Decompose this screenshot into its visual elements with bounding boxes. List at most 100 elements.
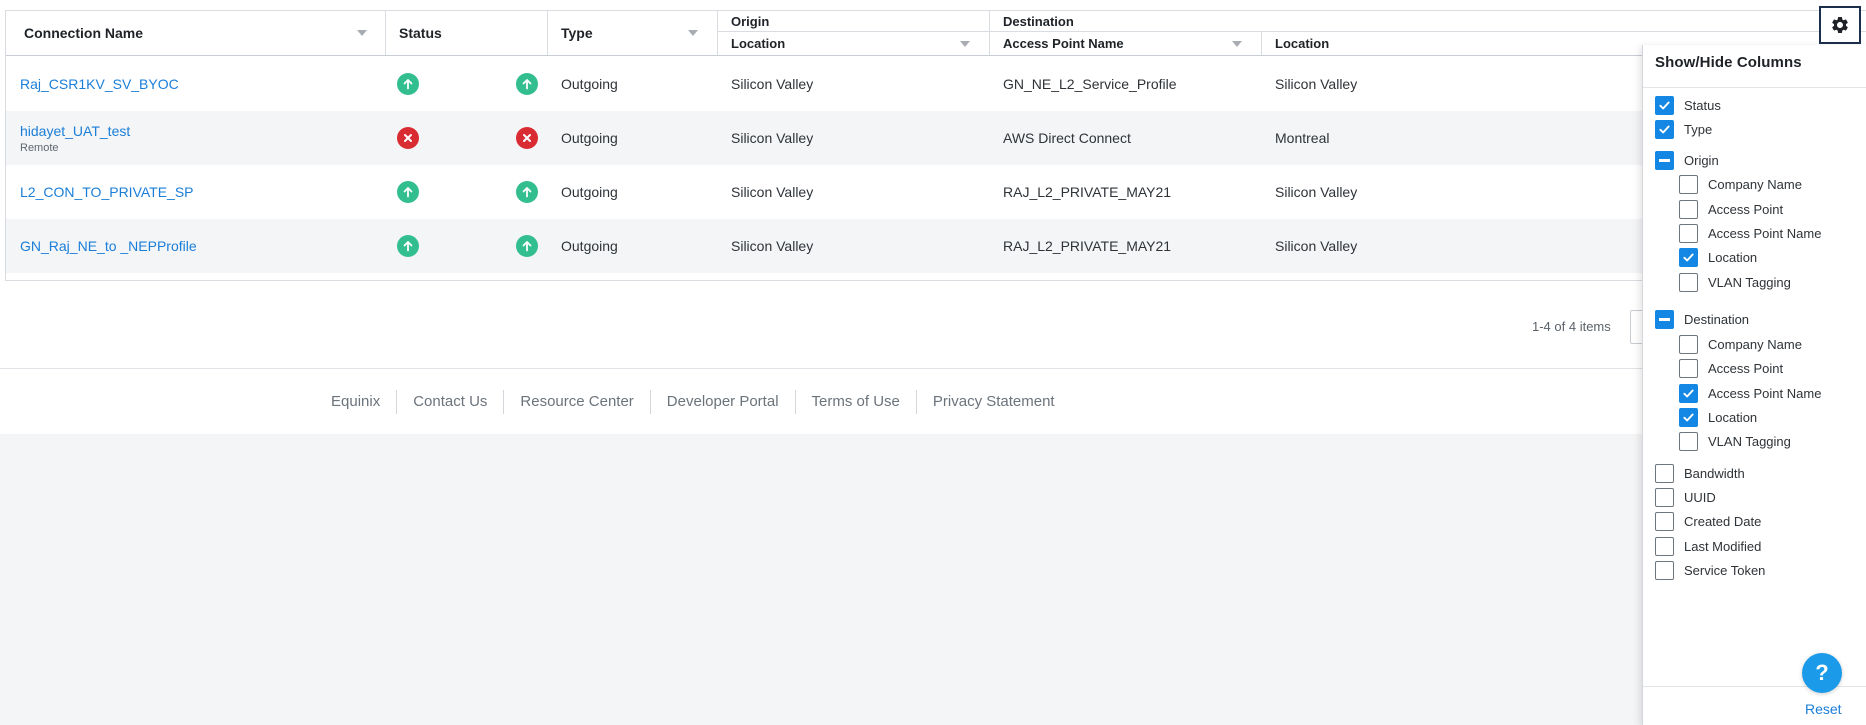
arrow-up-icon (516, 235, 538, 257)
column-option[interactable]: Service Token (1655, 561, 1765, 580)
access-point-name-cell: GN_NE_L2_Service_Profile (1003, 76, 1177, 92)
caret-down-icon[interactable] (688, 30, 698, 36)
column-option[interactable]: Status (1655, 96, 1721, 115)
column-option-label: UUID (1684, 490, 1716, 505)
caret-down-icon[interactable] (1232, 41, 1242, 47)
column-option-label: Access Point Name (1708, 386, 1822, 401)
column-option[interactable]: Company Name (1679, 175, 1802, 194)
status-origin-cell (397, 57, 419, 111)
column-option[interactable]: Access Point (1679, 359, 1783, 378)
checkbox-empty-icon[interactable] (1679, 359, 1698, 378)
column-option-label: Service Token (1684, 563, 1766, 578)
status-destination-cell (516, 165, 538, 219)
column-option[interactable]: Origin (1655, 151, 1719, 170)
checkbox-checked-icon[interactable] (1679, 384, 1698, 403)
footer-link-developer-portal[interactable]: Developer Portal (649, 390, 795, 414)
header-dest-access-point-name[interactable]: Access Point Name (1003, 31, 1124, 55)
header-status[interactable]: Status (399, 11, 442, 55)
status-destination-cell (516, 57, 538, 111)
footer-link-terms-of-use[interactable]: Terms of Use (794, 390, 916, 414)
column-option-label: Type (1684, 122, 1713, 137)
table-row[interactable]: L2_CON_TO_PRIVATE_SP Outgoing Silicon Va… (6, 165, 1866, 219)
checkbox-empty-icon[interactable] (1679, 432, 1698, 451)
pagination-summary: 1-4 of 4 items (1532, 319, 1611, 334)
checkbox-checked-icon[interactable] (1655, 96, 1674, 115)
column-option[interactable]: Location (1679, 408, 1757, 427)
checkbox-empty-icon[interactable] (1655, 488, 1674, 507)
origin-location-cell: Silicon Valley (731, 76, 814, 92)
checkbox-empty-icon[interactable] (1679, 335, 1698, 354)
connection-name-link[interactable]: GN_Raj_NE_to _NEPProfile (20, 238, 197, 254)
checkbox-checked-icon[interactable] (1655, 120, 1674, 139)
type-cell: Outgoing (561, 130, 618, 146)
column-option-label: Last Modified (1684, 539, 1762, 554)
column-option[interactable]: UUID (1655, 488, 1716, 507)
footer-link-equinix[interactable]: Equinix (331, 390, 396, 414)
reset-link[interactable]: Reset (1805, 701, 1842, 717)
column-option-label: Access Point (1708, 202, 1784, 217)
gear-icon (1832, 16, 1848, 33)
checkbox-checked-icon[interactable] (1679, 408, 1698, 427)
connection-name-cell: GN_Raj_NE_to _NEPProfile (20, 219, 197, 273)
checkbox-empty-icon[interactable] (1679, 224, 1698, 243)
header-dest-location[interactable]: Location (1275, 31, 1329, 55)
column-option[interactable]: Access Point Name (1679, 224, 1821, 243)
column-option[interactable]: VLAN Tagging (1679, 273, 1791, 292)
panel-title: Show/Hide Columns (1655, 54, 1802, 71)
status-origin-cell (397, 165, 419, 219)
help-button[interactable]: ? (1802, 653, 1842, 693)
column-option[interactable]: Bandwidth (1655, 464, 1745, 483)
arrow-up-icon (516, 73, 538, 95)
checkbox-empty-icon[interactable] (1679, 273, 1698, 292)
column-settings-button[interactable] (1819, 6, 1861, 44)
checkbox-checked-icon[interactable] (1679, 248, 1698, 267)
footer-link-resource-center[interactable]: Resource Center (503, 390, 649, 414)
footer-link-privacy-statement[interactable]: Privacy Statement (915, 390, 1071, 414)
connection-name-link[interactable]: L2_CON_TO_PRIVATE_SP (20, 184, 194, 200)
header-divider (989, 11, 990, 55)
column-option[interactable]: Access Point (1679, 200, 1783, 219)
caret-down-icon[interactable] (960, 41, 970, 47)
column-option-label: Location (1708, 250, 1758, 265)
column-option[interactable]: Company Name (1679, 335, 1802, 354)
table-row[interactable]: GN_Raj_NE_to _NEPProfile Outgoing Silico… (6, 219, 1866, 273)
table-row[interactable]: hidayet_UAT_test Remote Outgoing Silicon… (6, 111, 1866, 165)
column-option-label: VLAN Tagging (1708, 434, 1791, 449)
connection-name-link[interactable]: Raj_CSR1KV_SV_BYOC (20, 76, 179, 92)
dest-location-cell: Silicon Valley (1275, 184, 1358, 200)
column-option[interactable]: Last Modified (1655, 537, 1761, 556)
header-origin-location[interactable]: Location (731, 31, 785, 55)
checkbox-empty-icon[interactable] (1679, 175, 1698, 194)
status-destination-cell (516, 111, 538, 165)
header-type[interactable]: Type (561, 11, 593, 55)
checkbox-empty-icon[interactable] (1655, 464, 1674, 483)
column-option[interactable]: Access Point Name (1679, 384, 1821, 403)
column-option-label: Created Date (1684, 514, 1762, 529)
connections-grid: Connection Name Status Type Origin Locat… (5, 10, 1866, 281)
checkbox-partial-icon[interactable] (1655, 151, 1674, 170)
type-cell: Outgoing (561, 184, 618, 200)
connection-name-cell: hidayet_UAT_test Remote (20, 111, 130, 165)
status-origin-cell (397, 219, 419, 273)
footer-link-contact-us[interactable]: Contact Us (396, 390, 503, 414)
checkbox-empty-icon[interactable] (1679, 200, 1698, 219)
connection-name-cell: L2_CON_TO_PRIVATE_SP (20, 165, 194, 219)
connection-name-link[interactable]: hidayet_UAT_test (20, 123, 130, 139)
checkbox-partial-icon[interactable] (1655, 310, 1674, 329)
column-option[interactable]: Destination (1655, 310, 1749, 329)
table-row[interactable]: Raj_CSR1KV_SV_BYOC Outgoing Silicon Vall… (6, 57, 1866, 111)
column-option[interactable]: Location (1679, 248, 1757, 267)
caret-down-icon[interactable] (357, 30, 367, 36)
arrow-up-icon (516, 181, 538, 203)
column-option[interactable]: Type (1655, 120, 1712, 139)
checkbox-empty-icon[interactable] (1655, 537, 1674, 556)
x-icon (516, 127, 538, 149)
header-divider (547, 11, 548, 55)
header-connection-name[interactable]: Connection Name (24, 11, 143, 55)
column-option-label: Company Name (1708, 177, 1802, 192)
checkbox-empty-icon[interactable] (1655, 512, 1674, 531)
checkbox-empty-icon[interactable] (1655, 561, 1674, 580)
column-option[interactable]: Created Date (1655, 512, 1761, 531)
footer: Equinix Contact Us Resource Center Devel… (0, 368, 1866, 434)
column-option[interactable]: VLAN Tagging (1679, 432, 1791, 451)
